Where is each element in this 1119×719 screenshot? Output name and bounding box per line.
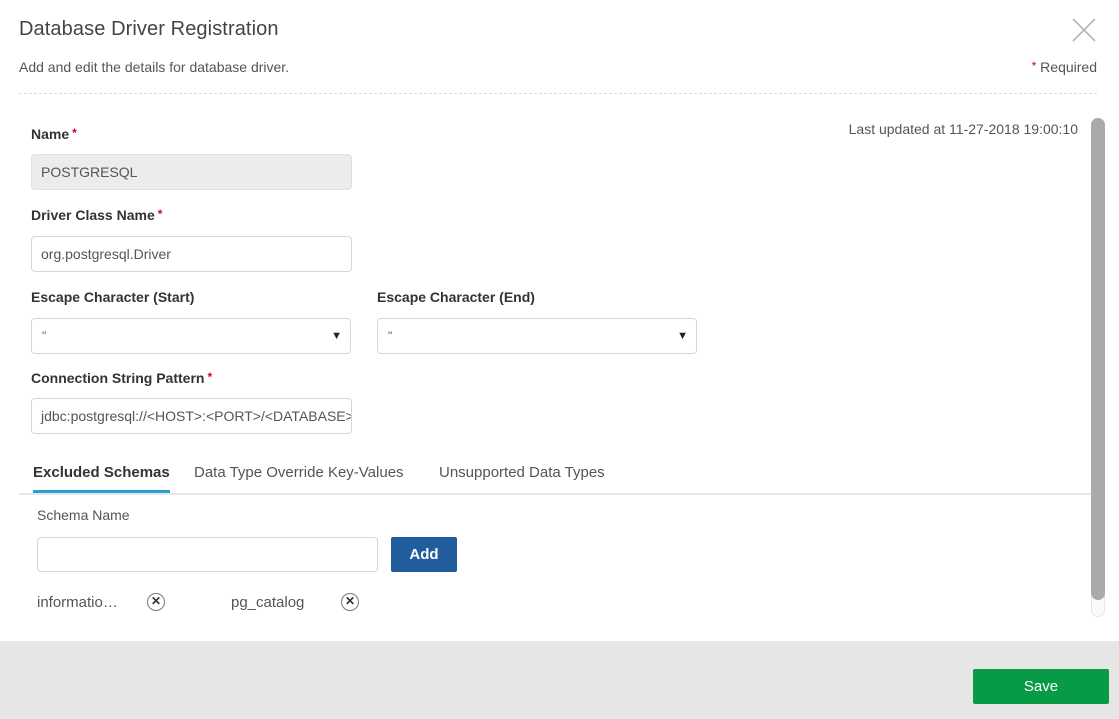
- required-star: *: [72, 126, 77, 140]
- driver-class-label: Driver Class Name *: [31, 207, 162, 223]
- driver-class-label-text: Driver Class Name: [31, 207, 155, 223]
- dropdown-caret-icon: ▼: [677, 330, 688, 342]
- dropdown-caret-icon: ▼: [331, 330, 342, 342]
- connection-string-input[interactable]: jdbc:postgresql://<HOST>:<PORT>/<DATABAS…: [31, 398, 352, 434]
- schema-chip-label: pg_catalog: [231, 594, 305, 611]
- escape-end-select[interactable]: " ▼: [377, 318, 697, 354]
- header-divider: [19, 93, 1097, 94]
- dialog-subtitle: Add and edit the details for database dr…: [19, 59, 290, 75]
- dialog-footer: [0, 641, 1119, 719]
- escape-end-label: Escape Character (End): [377, 289, 535, 305]
- escape-start-select[interactable]: " ▼: [31, 318, 351, 354]
- name-label: Name *: [31, 126, 77, 142]
- tab-data-type-override[interactable]: Data Type Override Key-Values: [194, 464, 404, 489]
- escape-start-value: ": [42, 329, 47, 343]
- scrollbar-thumb[interactable]: [1091, 118, 1105, 600]
- required-star: *: [157, 207, 163, 221]
- remove-circle-x-icon[interactable]: ✕: [341, 593, 359, 611]
- required-star: *: [1031, 59, 1037, 73]
- name-input[interactable]: POSTGRESQL: [31, 154, 352, 190]
- tab-bar: Excluded Schemas Data Type Override Key-…: [19, 455, 1091, 495]
- required-label: Required: [1040, 59, 1097, 75]
- close-button[interactable]: [1071, 17, 1097, 43]
- add-schema-button[interactable]: Add: [391, 537, 457, 572]
- schema-name-label: Schema Name: [37, 507, 130, 523]
- close-icon: [1072, 18, 1096, 42]
- tab-excluded-schemas[interactable]: Excluded Schemas: [33, 464, 170, 493]
- connection-string-label: Connection String Pattern *: [31, 370, 212, 386]
- remove-circle-x-icon[interactable]: ✕: [147, 593, 165, 611]
- schema-name-input[interactable]: [37, 537, 378, 572]
- driver-class-input[interactable]: org.postgresql.Driver: [31, 236, 352, 272]
- schema-chip-label: informatio…: [37, 594, 118, 611]
- last-updated-text: Last updated at 11-27-2018 19:00:10: [848, 121, 1078, 137]
- connection-string-label-text: Connection String Pattern: [31, 370, 205, 386]
- required-legend: * Required: [1032, 59, 1097, 75]
- escape-start-label: Escape Character (Start): [31, 289, 195, 305]
- tab-unsupported-data-types[interactable]: Unsupported Data Types: [439, 464, 605, 489]
- save-button[interactable]: Save: [973, 669, 1109, 704]
- required-star: *: [207, 370, 213, 384]
- escape-end-value: ": [388, 329, 393, 343]
- name-label-text: Name: [31, 126, 70, 142]
- dialog-title: Database Driver Registration: [19, 18, 279, 40]
